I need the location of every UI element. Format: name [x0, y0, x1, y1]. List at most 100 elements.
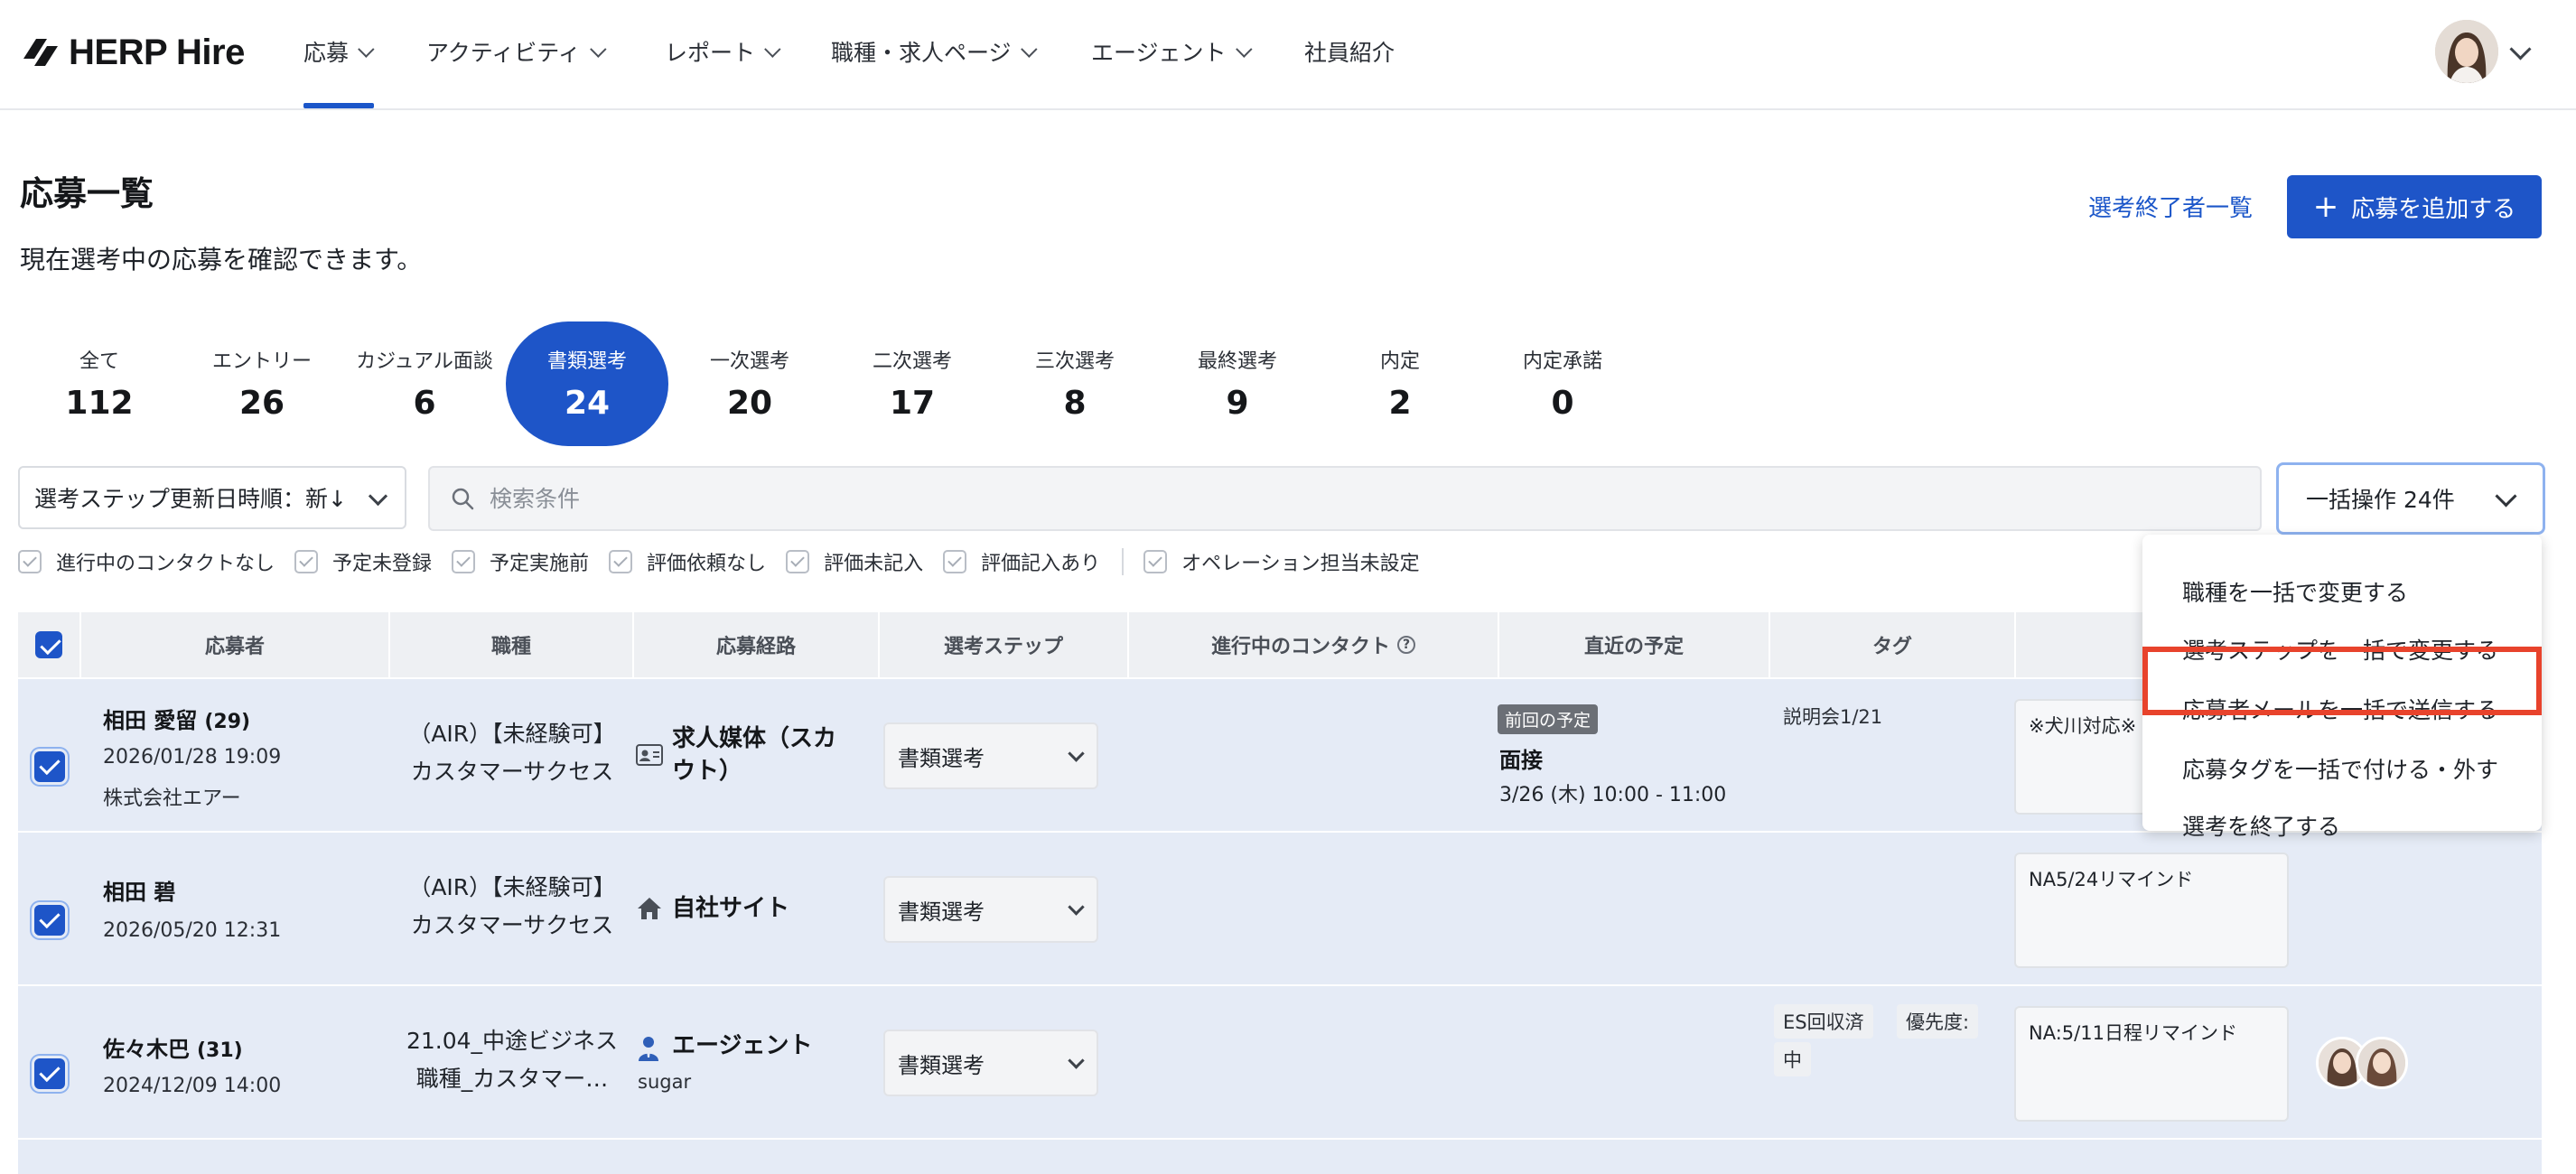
- menu-item-change-job[interactable]: 職種を一括で変更する: [2142, 564, 2542, 620]
- applicant-name[interactable]: 相田 愛留 (29): [103, 703, 250, 734]
- nav-item-referral[interactable]: 社員紹介: [1304, 31, 1395, 72]
- filter-no-active-contact[interactable]: 進行中のコンタクトなし: [18, 547, 275, 576]
- row-checkbox[interactable]: [34, 905, 65, 936]
- checkbox-icon[interactable]: [1143, 550, 1168, 573]
- filter-eval-entered[interactable]: 評価記入あり: [943, 547, 1100, 576]
- add-application-button[interactable]: + 応募を追加する: [2287, 175, 2542, 238]
- account-menu-chevron-icon[interactable]: [2509, 38, 2532, 61]
- applied-date: 2026/01/28 19:09: [103, 746, 282, 769]
- row-checkbox[interactable]: [34, 1058, 65, 1089]
- checkbox-icon[interactable]: [452, 550, 476, 573]
- filter-eval-not-entered[interactable]: 評価未記入: [786, 547, 923, 576]
- step-count: 6: [413, 385, 436, 422]
- menu-item-toggle-tags[interactable]: 応募タグを一括で付ける・外す: [2142, 741, 2542, 797]
- column-header-applicant[interactable]: 応募者: [81, 612, 390, 677]
- step-label: エントリー: [211, 350, 312, 373]
- select-all-checkbox[interactable]: [35, 631, 62, 658]
- applicant-tag[interactable]: 中: [1774, 1042, 1811, 1076]
- row-checkbox[interactable]: [34, 751, 65, 782]
- ended-applicants-link[interactable]: 選考終了者一覧: [2088, 190, 2253, 223]
- filter-no-operator[interactable]: オペレーション担当未設定: [1143, 547, 1420, 576]
- menu-item-end-selection[interactable]: 選考を終了する: [2142, 798, 2542, 853]
- step-tab-offer[interactable]: 内定 2: [1319, 321, 1481, 446]
- step-tab-offer-accepted[interactable]: 内定承諾 0: [1481, 321, 1644, 446]
- menu-item-send-email[interactable]: 応募者メールを一括で送信する: [2142, 681, 2542, 737]
- nav-label: 応募: [303, 40, 350, 66]
- applicant-name[interactable]: 佐々木巴 (31): [103, 1031, 243, 1063]
- step-tab-casual[interactable]: カジュアル面談 6: [343, 321, 506, 446]
- column-header-step[interactable]: 選考ステップ: [880, 612, 1129, 677]
- step-tab-third[interactable]: 三次選考 8: [994, 321, 1156, 446]
- step-select-value: 書類選考: [898, 899, 985, 925]
- step-select[interactable]: 書類選考: [883, 722, 1098, 789]
- top-header: HERP Hire 応募 アクティビティ レポート 職種・求人ページ エージェン…: [0, 0, 2576, 110]
- step-tab-all[interactable]: 全て 112: [18, 321, 181, 446]
- nav-item-jobs[interactable]: 職種・求人ページ: [831, 31, 1038, 72]
- nav-item-agent[interactable]: エージェント: [1091, 31, 1253, 72]
- menu-item-change-step[interactable]: 選考ステップを一括で変更する: [2142, 621, 2542, 677]
- nav-item-applications[interactable]: 応募: [303, 31, 375, 72]
- step-tab-entry[interactable]: エントリー 26: [181, 321, 343, 446]
- bulk-action-button[interactable]: 一括操作 24件: [2276, 462, 2545, 535]
- search-box[interactable]: [428, 466, 2262, 531]
- job-name[interactable]: （AIR）【未経験可】 カスタマーサクセス: [390, 715, 634, 791]
- sort-select-value: 選考ステップ更新日時順：新↓: [34, 486, 347, 512]
- nav-item-activity[interactable]: アクティビティ: [426, 31, 607, 72]
- nav-item-report[interactable]: レポート: [665, 31, 781, 72]
- table-row[interactable]: 佐々木巴 (31) 2024/12/09 14:00 21.04_中途ビジネス 職…: [18, 984, 2542, 1138]
- applicant-tag[interactable]: 優先度:: [1897, 1004, 1979, 1039]
- step-label: 一次選考: [709, 350, 789, 373]
- checkbox-icon[interactable]: [609, 550, 633, 573]
- job-line: 21.04_中途ビジネス: [406, 1028, 619, 1054]
- column-header-schedule[interactable]: 直近の予定: [1499, 612, 1770, 677]
- user-avatar[interactable]: [2435, 20, 2498, 83]
- nav-label: 社員紹介: [1304, 40, 1395, 66]
- select-all-cell: [18, 612, 81, 677]
- filter-before-schedule[interactable]: 予定実施前: [452, 547, 589, 576]
- column-header-tag[interactable]: タグ: [1770, 612, 2016, 677]
- nav-label: エージェント: [1091, 40, 1227, 66]
- search-input[interactable]: [488, 484, 2207, 513]
- step-tab-second[interactable]: 二次選考 17: [831, 321, 994, 446]
- job-name[interactable]: 21.04_中途ビジネス 職種_カスタマー…: [390, 1022, 634, 1098]
- checkbox-icon[interactable]: [18, 550, 42, 573]
- step-label: 二次選考: [872, 350, 952, 373]
- table-row[interactable]: 相田 碧 2026/05/20 12:31 （AIR）【未経験可】 カスタマーサ…: [18, 831, 2542, 984]
- memo-field[interactable]: NA5/24リマインド: [2014, 853, 2289, 968]
- applicant-tag[interactable]: 説明会1/21: [1774, 699, 1891, 733]
- filter-divider: [1122, 548, 1125, 575]
- memo-field[interactable]: NA:5/11日程リマインド: [2014, 1006, 2289, 1122]
- column-header-route[interactable]: 応募経路: [634, 612, 880, 677]
- checkbox-icon[interactable]: [786, 550, 810, 573]
- filter-no-schedule[interactable]: 予定未登録: [294, 547, 432, 576]
- logo-text: HERP Hire: [69, 32, 245, 72]
- filter-no-eval-request[interactable]: 評価依頼なし: [609, 547, 766, 576]
- step-tab-first[interactable]: 一次選考 20: [668, 321, 831, 446]
- herp-logo[interactable]: HERP Hire: [20, 27, 245, 78]
- step-label: 内定: [1379, 350, 1420, 373]
- table-row[interactable]: [18, 1138, 2542, 1174]
- column-header-job[interactable]: 職種: [390, 612, 634, 677]
- step-tab-document-screening[interactable]: 書類選考 24: [506, 321, 668, 446]
- home-icon: [638, 898, 661, 919]
- step-count: 26: [238, 385, 285, 422]
- sort-select[interactable]: 選考ステップ更新日時順：新↓: [18, 466, 406, 529]
- step-tab-final[interactable]: 最終選考 9: [1156, 321, 1319, 446]
- checkbox-icon[interactable]: [943, 550, 967, 573]
- step-select[interactable]: 書類選考: [883, 876, 1098, 943]
- help-icon[interactable]: ?: [1397, 636, 1415, 654]
- column-header-contact[interactable]: 進行中のコンタクト ?: [1129, 612, 1499, 677]
- step-count: 17: [889, 385, 936, 422]
- step-label: 全て: [79, 350, 119, 373]
- applicant-name[interactable]: 相田 碧: [103, 874, 182, 906]
- schedule-title[interactable]: 面接: [1499, 742, 1543, 774]
- member-avatar[interactable]: [2356, 1037, 2408, 1089]
- search-icon: [452, 488, 474, 510]
- step-select[interactable]: 書類選考: [883, 1030, 1098, 1096]
- checkbox-icon[interactable]: [294, 550, 319, 573]
- previous-schedule-badge: 前回の予定: [1498, 704, 1599, 734]
- job-name[interactable]: （AIR）【未経験可】 カスタマーサクセス: [390, 869, 634, 945]
- chevron-down-icon: [358, 40, 375, 58]
- applicant-tag[interactable]: ES回収済: [1774, 1004, 1873, 1039]
- plus-icon: +: [2312, 189, 2339, 225]
